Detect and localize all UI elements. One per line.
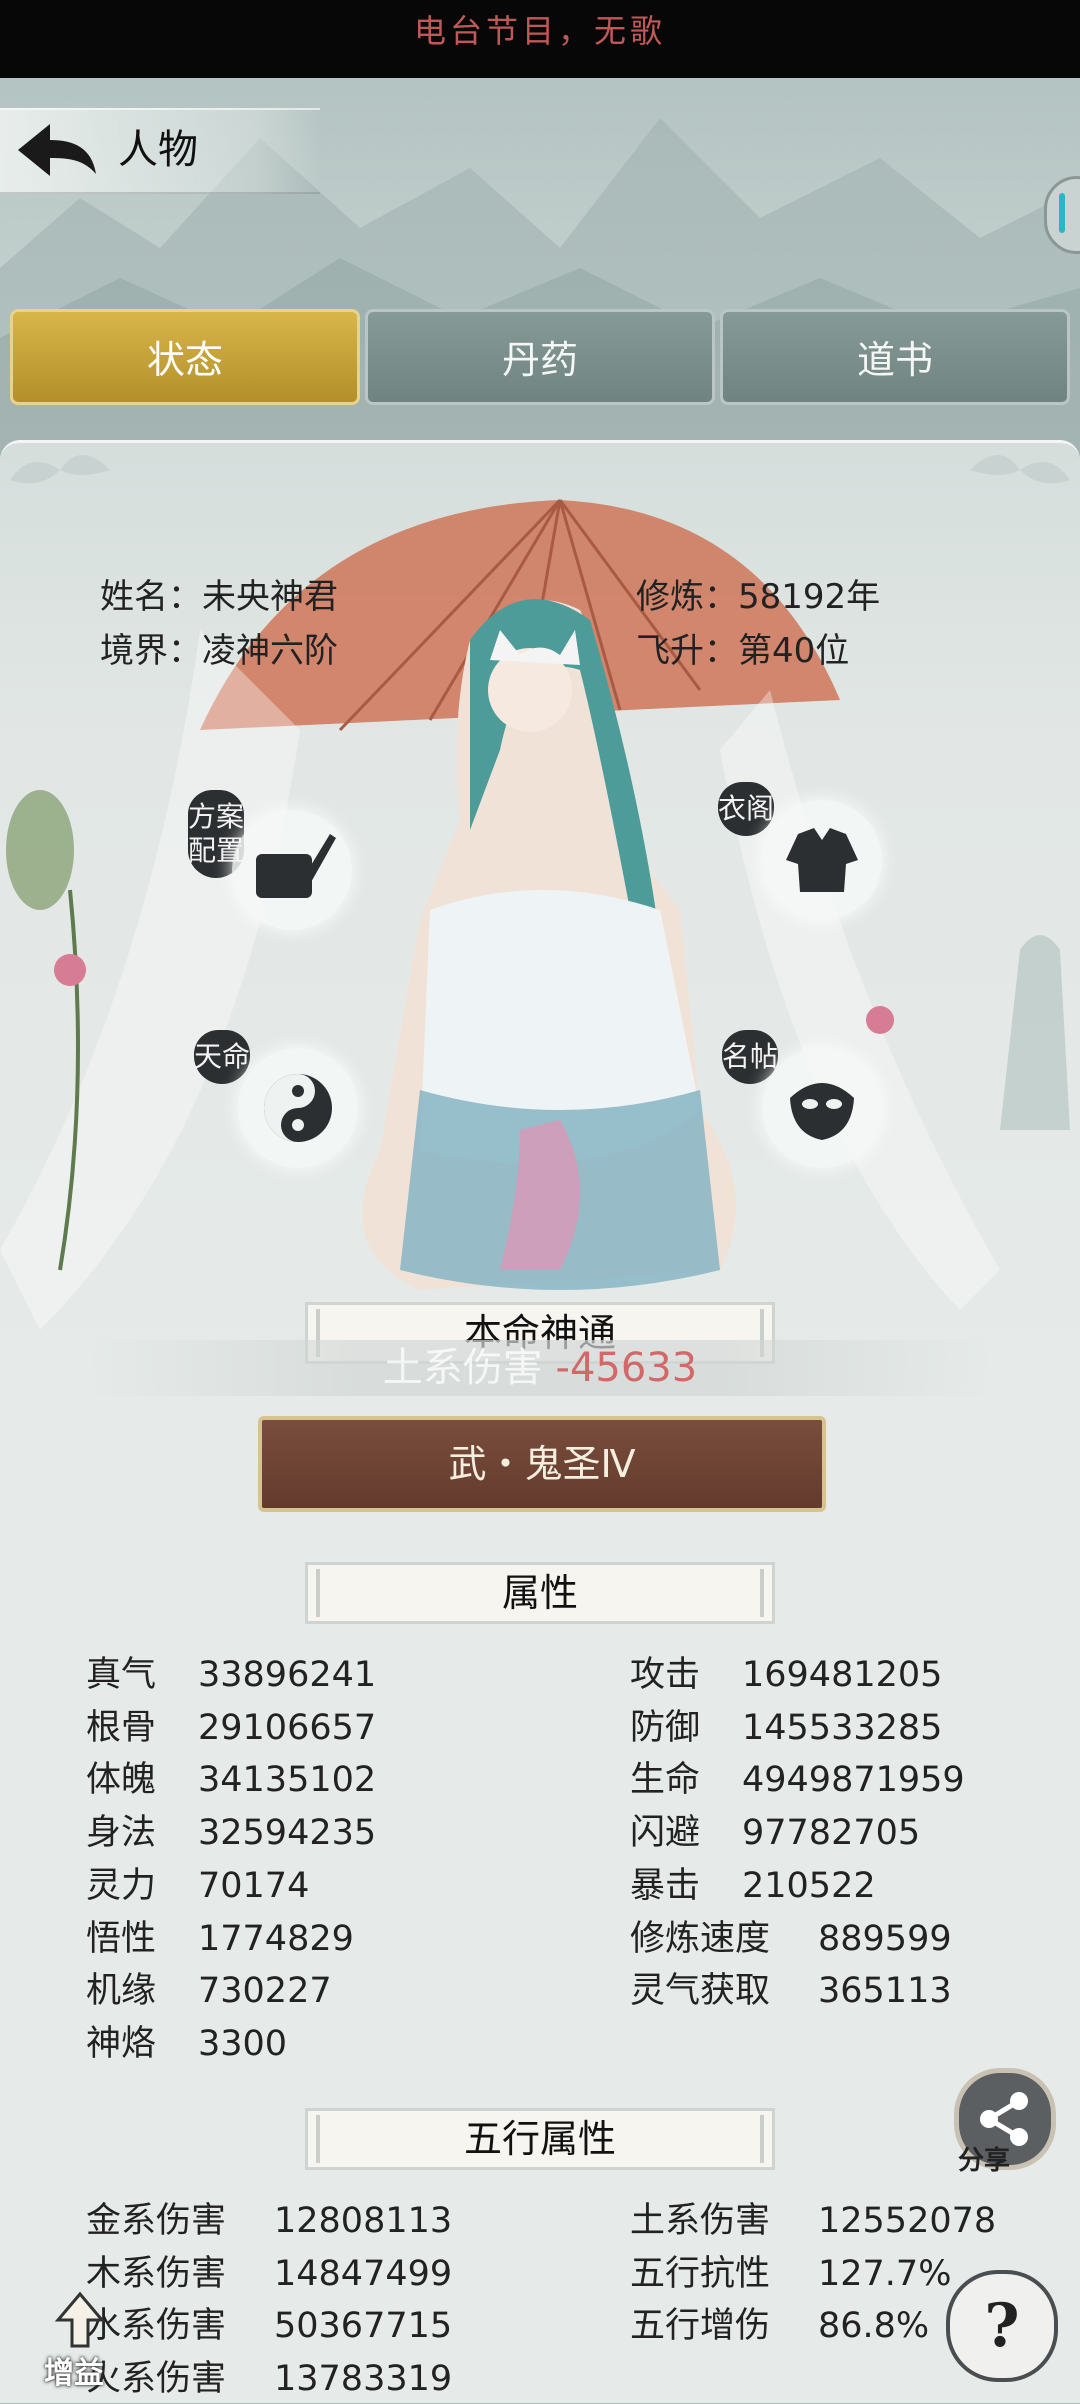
page-title: 人物 [118,127,198,173]
wardrobe-button[interactable] [762,800,882,920]
elements-left-value: 50367715 [274,2306,453,2347]
mask-icon [790,1083,854,1140]
elements-right-value: 127.7% [818,2253,952,2294]
fate-button[interactable] [238,1048,358,1168]
attributes-left-label: 真气 [86,1655,157,1695]
attributes-right-value: 145533285 [742,1707,943,1748]
ascension-label: 飞升： [636,631,738,671]
attributes-right-value: 365113 [818,1971,952,2012]
tab-daoshu[interactable]: 道书 [720,309,1070,405]
floating-damage: 土系伤害 -45633 [90,1340,990,1396]
attributes-right-label: 闪避 [630,1813,701,1854]
attributes-left-label: 身法 [86,1813,157,1854]
attributes-left-value: 33896241 [198,1655,377,1695]
cultivation-label: 修炼： [636,577,738,617]
attributes-right-label: 攻击 [630,1655,701,1695]
name-card-button[interactable] [762,1048,882,1168]
attributes-left-value: 34135102 [198,1760,377,1801]
attributes-right-label: 灵气获取 [630,1971,771,2012]
tab-status[interactable]: 状态 [10,309,360,405]
attributes-left-label: 机缘 [86,1971,157,2012]
floating-damage-value: -45633 [555,1345,698,1391]
back-button[interactable] [12,118,100,182]
realm-row: 境界：凌神六阶 [100,626,338,676]
name-label: 姓名： [100,577,202,617]
attributes-right-label: 暴击 [630,1865,701,1906]
attributes-left-label: 根骨 [86,1707,157,1748]
attributes-right-value: 889599 [818,1918,952,1959]
attributes-left-value: 70174 [198,1865,310,1906]
robe-icon [786,828,858,892]
innate-skill-name: 武・鬼圣Ⅳ [448,1442,636,1486]
elements-right-label: 土系伤害 [630,2201,771,2241]
back-arrow-icon [18,124,96,176]
ascension-row: 飞升：第40位 [636,626,849,676]
attributes-right-label: 防御 [630,1707,701,1748]
elements-left-label: 金系伤害 [86,2201,227,2241]
ascension-value: 第40位 [738,631,850,671]
attributes-title: 属性 [305,1562,775,1624]
tab-elixir[interactable]: 丹药 [365,309,715,405]
elements-right-label: 五行增伤 [630,2306,771,2347]
floating-damage-label: 土系伤害 [382,1345,556,1391]
attributes-right-label: 生命 [630,1760,701,1801]
attributes-right-value: 169481205 [742,1655,943,1695]
cultivation-row: 修炼：58192年 [636,572,880,622]
elements-title: 五行属性 [305,2108,775,2170]
share-label: 分享 [958,2146,1011,2176]
up-arrow-icon [54,2291,106,2348]
elements-left-value: 14847499 [274,2253,453,2294]
plan-config-button[interactable] [232,810,352,930]
taiji-icon [264,1074,332,1142]
elements-left-value: 12808113 [274,2201,453,2241]
attributes-left-label: 悟性 [86,1918,157,1959]
attributes-left-value: 730227 [198,1971,332,2012]
help-button[interactable]: ? [946,2270,1058,2382]
elements-left-value: 13783319 [274,2359,453,2400]
attributes-left-value: 1774829 [198,1918,354,1959]
cultivation-value: 58192年 [738,577,881,617]
attributes-right-value: 97782705 [742,1813,921,1854]
attributes-left-label: 灵力 [86,1865,157,1906]
buff-label: 增益 [44,2356,104,2391]
elements-right-label: 五行抗性 [630,2253,771,2294]
top-banner: 电台节目，无歌 [0,0,1080,78]
attributes-left-label: 体魄 [86,1760,157,1801]
name-row: 姓名：未央神君 [100,572,338,622]
innate-skill-button[interactable]: 武・鬼圣Ⅳ [258,1416,826,1512]
realm-label: 境界： [100,631,202,671]
attributes-right-label: 修炼速度 [630,1918,771,1959]
attributes-right-value: 210522 [742,1865,876,1906]
elements-right-value: 12552078 [818,2201,997,2241]
scroll-brush-icon [256,834,336,898]
banner-text: 电台节目，无歌 [413,12,666,50]
realm-value: 凌神六阶 [202,631,338,671]
attributes-left-value: 32594235 [198,1813,377,1854]
name-value: 未央神君 [202,577,338,617]
attributes-right-value: 4949871959 [742,1760,965,1801]
attributes-left-value: 29106657 [198,1707,377,1748]
attributes-left-value: 3300 [198,2023,288,2064]
attributes-left-label: 神烙 [86,2023,157,2064]
elements-right-value: 86.8% [818,2306,930,2347]
